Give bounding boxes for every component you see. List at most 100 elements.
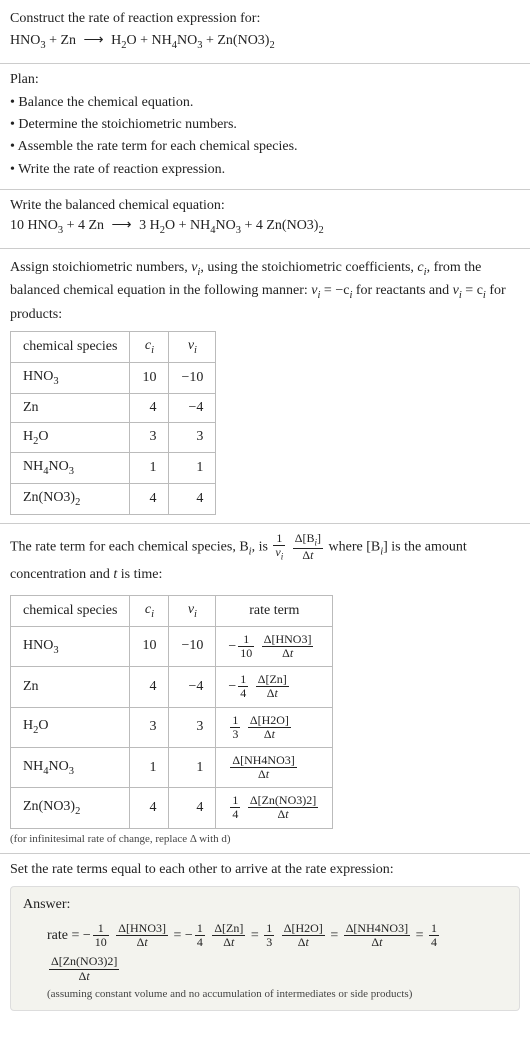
text: , using the stoichiometric coefficients, — [200, 260, 417, 275]
text: is time: — [117, 567, 162, 582]
sub: 3 — [69, 466, 74, 477]
sub: 3 — [69, 765, 74, 776]
text: H — [108, 33, 122, 48]
table-row: Zn(NO3)2 4 4 14 Δ[Zn(NO3)2]Δt — [11, 788, 333, 828]
sign: − — [185, 928, 193, 943]
fraction: Δ[NH4NO3]Δt — [344, 922, 410, 949]
plan-item: Determine the stoichiometric numbers. — [10, 114, 520, 136]
balanced-equation: 10 HNO3 + 4 Zn ⟶ 3 H2O + NH4NO3 + 4 Zn(N… — [10, 214, 520, 240]
denominator: Δt — [49, 970, 119, 983]
denominator: Δt — [116, 936, 168, 949]
fraction: 14 — [230, 794, 240, 821]
fraction: 13 — [264, 922, 274, 949]
numerator: Δ[NH4NO3] — [344, 922, 410, 936]
table-row: HNO3 10 −10 — [11, 362, 216, 393]
denominator: 3 — [230, 728, 240, 741]
fraction: Δ[HNO3]Δt — [116, 922, 168, 949]
nu-cell: −10 — [169, 626, 216, 666]
nu-cell: −4 — [169, 393, 216, 422]
plan-item: Assemble the rate term for each chemical… — [10, 136, 520, 158]
denominator: Δt — [230, 768, 296, 781]
table-header-row: chemical species ci νi rate term — [11, 595, 333, 626]
intro-section: Construct the rate of reaction expressio… — [0, 0, 530, 64]
plan-section: Plan: Balance the chemical equation. Det… — [0, 64, 530, 191]
text: HNO — [23, 369, 53, 384]
numerator: Δ[Zn] — [212, 922, 245, 936]
nu-cell: 4 — [169, 484, 216, 515]
nu-cell: −4 — [169, 667, 216, 707]
fraction: Δ[Zn]Δt — [256, 673, 289, 700]
c-cell: 3 — [130, 422, 169, 453]
text: O — [38, 718, 48, 733]
rate-expression: rate = −110 Δ[HNO3]Δt = −14 Δ[Zn]Δt = 13… — [47, 919, 507, 986]
text: 10 HNO — [10, 218, 58, 233]
nu-cell: −10 — [169, 362, 216, 393]
sign: − — [228, 639, 236, 654]
c-cell: 3 — [130, 707, 169, 747]
text: NO — [48, 459, 68, 474]
numerator: 1 — [230, 714, 240, 728]
species-cell: H2O — [11, 707, 130, 747]
fraction: Δ[Zn(NO3)2]Δt — [248, 794, 318, 821]
col-nu: νi — [169, 331, 216, 362]
rateterm-section: The rate term for each chemical species,… — [0, 524, 530, 854]
denominator: 3 — [264, 936, 274, 949]
species-cell: NH4NO3 — [11, 747, 130, 787]
denominator: Δt — [212, 936, 245, 949]
fraction: 110 — [238, 633, 254, 660]
fraction: Δ[H2O]Δt — [282, 922, 325, 949]
denominator: Δt — [262, 647, 314, 660]
text: H — [23, 718, 33, 733]
equals: = — [247, 928, 262, 943]
sub: 2 — [75, 497, 80, 508]
numerator: 1 — [195, 922, 205, 936]
text: O — [38, 429, 48, 444]
equals: = — [170, 928, 185, 943]
answer-note: (assuming constant volume and no accumul… — [47, 988, 507, 1000]
answer-box: Answer: rate = −110 Δ[HNO3]Δt = −14 Δ[Zn… — [10, 886, 520, 1011]
c-cell: 4 — [130, 393, 169, 422]
text: The rate term for each chemical species,… — [10, 539, 249, 554]
balanced-title: Write the balanced chemical equation: — [10, 198, 520, 214]
numerator: 1 — [273, 532, 285, 546]
fraction: 13 — [230, 714, 240, 741]
plan-item: Write the rate of reaction expression. — [10, 159, 520, 181]
stoich-intro: Assign stoichiometric numbers, νi, using… — [10, 257, 520, 325]
denominator: Δt — [282, 936, 325, 949]
denominator: Δt — [344, 936, 410, 949]
text: where [B — [329, 539, 381, 554]
table-header-row: chemical species ci νi — [11, 331, 216, 362]
sub: i — [151, 345, 154, 356]
col-nu: νi — [169, 595, 216, 626]
sign: − — [83, 928, 91, 943]
denominator: 10 — [238, 647, 254, 660]
denominator: 4 — [230, 808, 240, 821]
text: Zn(NO3) — [23, 490, 75, 505]
fraction: Δ[HNO3]Δt — [262, 633, 314, 660]
numerator: Δ[Zn(NO3)2] — [248, 794, 318, 808]
species-cell: Zn — [11, 393, 130, 422]
table-row: Zn 4 −4 — [11, 393, 216, 422]
col-c: ci — [130, 331, 169, 362]
table-row: Zn 4 −4 −14 Δ[Zn]Δt — [11, 667, 333, 707]
text: for reactants and — [352, 283, 452, 298]
text: = −c — [320, 283, 349, 298]
denominator: 10 — [93, 936, 109, 949]
text: HNO — [10, 33, 40, 48]
c-cell: 1 — [130, 747, 169, 787]
text: Assign stoichiometric numbers, — [10, 260, 191, 275]
nu-cell: 3 — [169, 707, 216, 747]
text: = c — [462, 283, 483, 298]
species-cell: NH4NO3 — [11, 453, 130, 484]
text: + Zn(NO3) — [202, 33, 269, 48]
rateterm-note: (for infinitesimal rate of change, repla… — [10, 833, 520, 845]
fraction: 110 — [93, 922, 109, 949]
col-c: ci — [130, 595, 169, 626]
numerator: 1 — [264, 922, 274, 936]
denominator: 4 — [195, 936, 205, 949]
rate-cell: −14 Δ[Zn]Δt — [216, 667, 333, 707]
nu-cell: 1 — [169, 747, 216, 787]
fraction: Δ[Bi]Δt — [293, 532, 323, 562]
table-row: Zn(NO3)2 4 4 — [11, 484, 216, 515]
rateterm-table: chemical species ci νi rate term HNO3 10… — [10, 595, 333, 829]
